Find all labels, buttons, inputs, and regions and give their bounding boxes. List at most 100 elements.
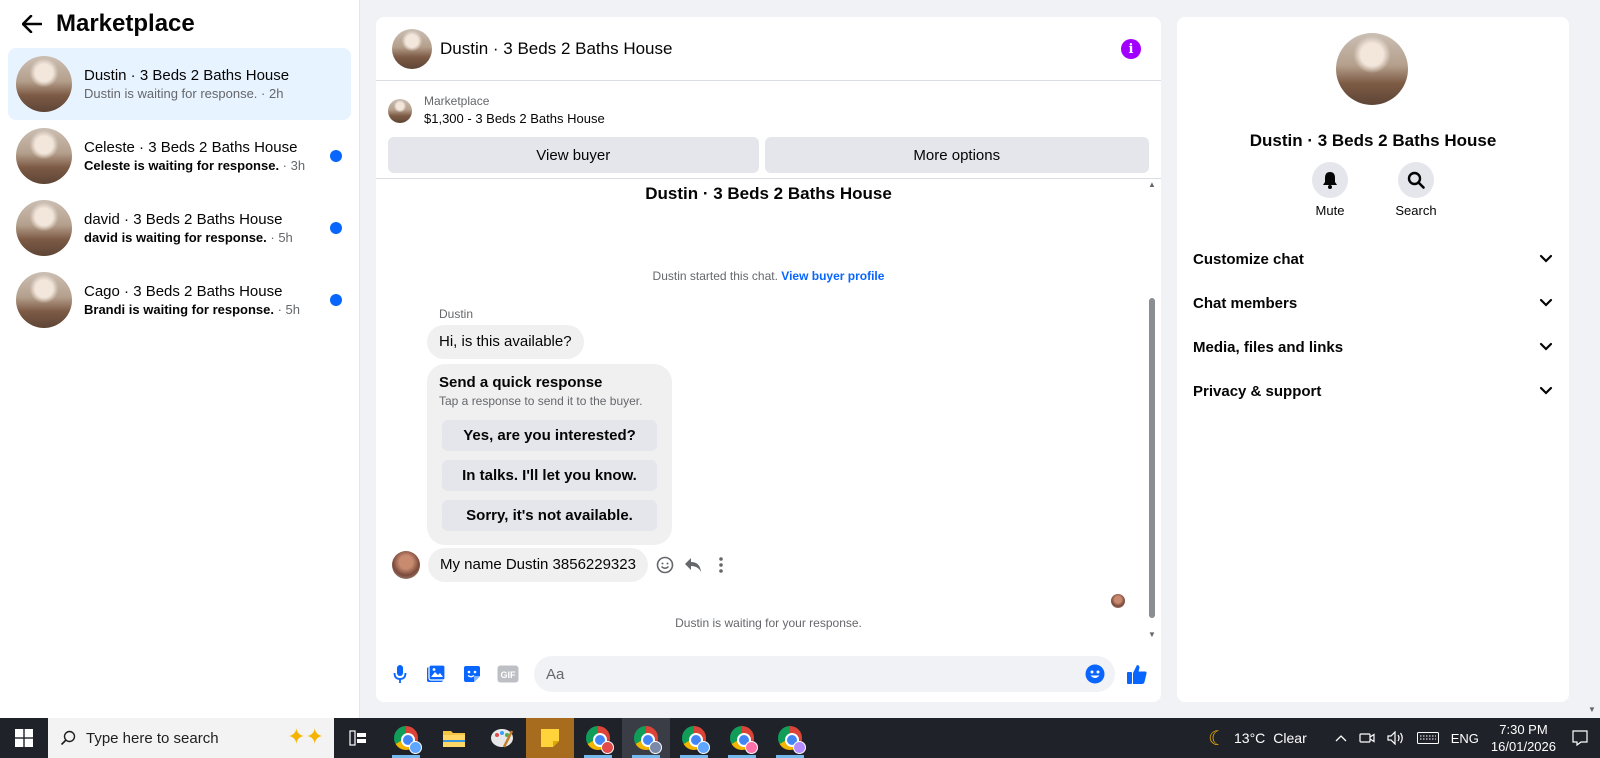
conversation-item[interactable]: Dustin · 3 Beds 2 Baths House Dustin is … [8,48,351,120]
chrome-profile-icon[interactable] [766,718,814,758]
sidebar-title: Marketplace [56,10,195,37]
conversation-title: david · 3 Beds 2 Baths House [84,210,283,228]
conversation-preview: david is waiting for response. [84,229,267,245]
gif-icon[interactable]: GIF [496,662,520,686]
view-buyer-profile-link[interactable]: View buyer profile [781,269,884,283]
conversation-sidebar: Marketplace Dustin · 3 Beds 2 Baths Hous… [0,0,360,718]
section-label: Media, files and links [1193,338,1344,356]
section-label: Privacy & support [1193,382,1322,400]
quick-response-card: Send a quick response Tap a response to … [427,364,672,545]
scrollbar-thumb[interactable] [1149,298,1155,618]
listing-item[interactable]: $1,300 - 3 Beds 2 Baths House [424,109,605,129]
privacy-support-section[interactable]: Privacy & support [1193,369,1553,413]
scroll-down-icon[interactable]: ▼ [1588,705,1596,714]
chevron-up-icon[interactable] [1335,734,1347,742]
weather-temp: 13°C [1234,730,1266,746]
listing-source: Marketplace [424,94,490,108]
message-row: My name Dustin 3856229323 [392,548,732,582]
scroll-up-icon[interactable]: ▲ [1147,180,1157,190]
message-input[interactable] [546,665,1085,683]
page-scrollbar[interactable]: ▼ [1584,0,1600,718]
unread-dot [330,294,342,306]
back-arrow-icon[interactable] [20,12,44,36]
quick-response-option[interactable]: Yes, are you interested? [442,420,657,451]
taskbar-search-box[interactable]: Type here to search ✦✦ [48,718,334,758]
chrome-taskbar-icon[interactable] [382,718,430,758]
moon-icon: ☾ [1208,727,1226,750]
conversation-time: · 2h [257,85,284,101]
clock-time: 7:30 PM [1499,722,1548,737]
windows-start-icon[interactable] [0,718,48,758]
quick-response-subtext: Tap a response to send it to the buyer. [439,394,643,408]
photo-icon[interactable] [424,662,448,686]
paint-icon[interactable] [478,718,526,758]
file-explorer-icon[interactable] [430,718,478,758]
quick-response-option[interactable]: Sorry, it's not available. [442,500,657,531]
more-options-button[interactable]: More options [764,137,1149,173]
mute-button[interactable]: Mute [1305,162,1355,218]
conversation-time: · 5h [273,301,300,317]
sender-avatar[interactable] [392,551,420,579]
quick-response-option[interactable]: In talks. I'll let you know. [442,460,657,491]
chat-members-section[interactable]: Chat members [1193,281,1553,325]
conversation-item[interactable]: Celeste · 3 Beds 2 Baths House Celeste i… [8,120,351,192]
chrome-profile-icon[interactable] [574,718,622,758]
customize-chat-section[interactable]: Customize chat [1193,237,1553,281]
section-label: Chat members [1193,294,1298,312]
message-composer: GIF [388,656,1149,692]
scroll-down-icon[interactable]: ▼ [1147,630,1157,640]
listing-thumbnail[interactable] [388,99,412,123]
svg-text:GIF: GIF [501,670,517,680]
conversation-item[interactable]: Cago · 3 Beds 2 Baths House Brandi is wa… [8,264,351,336]
language-indicator[interactable]: ENG [1451,731,1479,746]
info-icon[interactable]: i [1121,39,1141,59]
search-button[interactable]: Search [1391,162,1441,218]
task-view-icon[interactable] [334,718,382,758]
reply-icon[interactable] [682,554,704,576]
media-files-links-section[interactable]: Media, files and links [1193,325,1553,369]
chat-panel: Dustin · 3 Beds 2 Baths House i Marketpl… [376,17,1161,702]
react-emoji-icon[interactable] [654,554,676,576]
sidebar-header: Marketplace [0,0,359,48]
sticker-icon[interactable] [460,662,484,686]
conversation-title: Cago · 3 Beds 2 Baths House [84,282,283,300]
thread-scrollbar[interactable]: ▲ ▼ [1147,180,1157,639]
search-label: Search [1395,203,1437,218]
bell-icon [1312,162,1348,198]
quick-response-heading: Send a quick response [439,374,603,391]
view-buyer-button[interactable]: View buyer [388,137,759,173]
thread-title: Dustin · 3 Beds 2 Baths House [645,184,892,203]
conversation-title: Dustin · 3 Beds 2 Baths House [84,66,290,84]
chat-started-notice: Dustin started this chat. View buyer pro… [376,269,1161,283]
conversation-time: · 5h [266,229,293,245]
taskbar-search-placeholder: Type here to search [86,729,219,747]
sticky-notes-icon[interactable] [526,718,574,758]
more-vertical-icon[interactable] [710,554,732,576]
message-bubble[interactable]: Hi, is this available? [427,325,584,359]
chrome-profile-icon[interactable] [670,718,718,758]
conversation-item[interactable]: david · 3 Beds 2 Baths House david is wa… [8,192,351,264]
message-bubble[interactable]: My name Dustin 3856229323 [428,548,648,582]
microphone-icon[interactable] [388,662,412,686]
search-icon [1398,162,1434,198]
chat-avatar[interactable] [392,28,432,69]
keyboard-icon[interactable] [1416,732,1439,744]
thumbs-up-icon[interactable] [1125,662,1149,686]
chat-title[interactable]: Dustin · 3 Beds 2 Baths House [440,39,672,59]
emoji-icon[interactable] [1085,664,1105,684]
message-thread: Dustin · 3 Beds 2 Baths House Dustin sta… [376,179,1161,631]
mute-label: Mute [1315,203,1345,218]
sender-name: Dustin [439,307,474,321]
notifications-icon[interactable] [1572,730,1588,746]
chrome-profile-icon[interactable] [718,718,766,758]
listing-banner: Marketplace $1,300 - 3 Beds 2 Baths Hous… [376,81,1161,179]
chevron-down-icon [1539,295,1553,312]
weather-condition: Clear [1273,730,1307,746]
weather-widget[interactable]: ☾ 13°C Clear [1208,726,1307,751]
meet-now-icon[interactable] [1359,731,1375,745]
chrome-profile-icon[interactable] [622,718,670,758]
conversation-avatar [16,272,72,328]
clock[interactable]: 7:30 PM 16/01/2026 [1491,721,1556,755]
speaker-icon[interactable] [1387,731,1405,745]
profile-avatar[interactable] [1336,33,1408,105]
